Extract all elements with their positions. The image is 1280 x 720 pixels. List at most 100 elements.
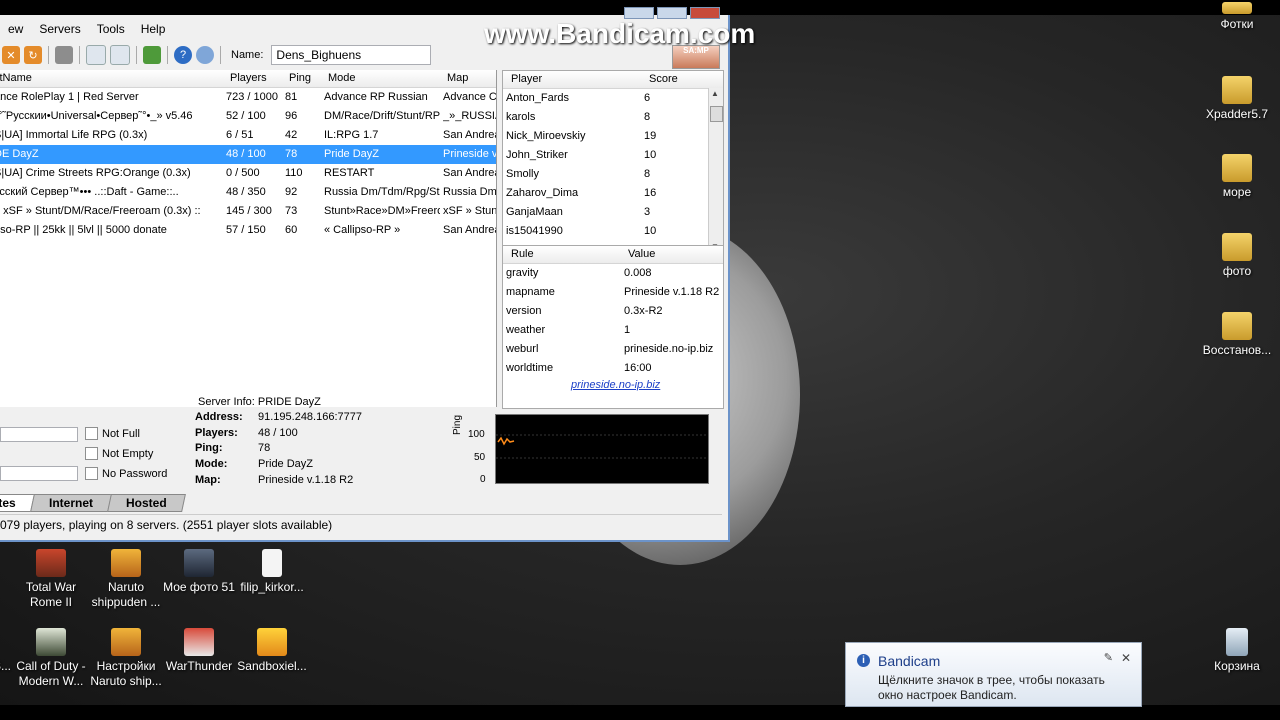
desktop-icon-sandboxie[interactable]: Sandboxiel... — [232, 628, 312, 674]
column-ping[interactable]: Ping — [289, 72, 311, 84]
folder-icon — [1222, 76, 1252, 104]
filter-mode-input[interactable] — [0, 427, 78, 442]
checkbox-box[interactable] — [85, 427, 98, 440]
desktop-icon-filip[interactable]: filip_kirkor... — [232, 549, 312, 595]
tab-hosted[interactable]: Hosted — [106, 494, 186, 512]
help-icon[interactable]: ? — [174, 46, 192, 64]
desktop-icon-warthunder[interactable]: WarThunder — [159, 628, 239, 674]
no-password-checkbox[interactable]: No Password — [85, 467, 167, 480]
menu-tools[interactable]: Tools — [89, 20, 133, 40]
checkbox-box[interactable] — [85, 447, 98, 460]
map-value: Prineside v.1.18 R2 — [258, 474, 354, 486]
server-name: •°˜Русскии•Universal•Сервер˜°•_» v5.46 — [0, 110, 193, 122]
rule-row[interactable]: worldtime 16:00 — [503, 359, 723, 378]
server-ping: 81 — [285, 91, 298, 103]
desktop-icon-xpadder[interactable]: Xpadder5.7 — [1197, 76, 1277, 122]
player-row[interactable]: Smolly 8 — [503, 165, 723, 184]
server-players: 48 / 350 — [226, 186, 266, 198]
column-value[interactable]: Value — [628, 248, 655, 260]
server-row[interactable]: S|UA] Crime Streets RPG:Orange (0.3x) 0 … — [0, 164, 496, 183]
tab-favorites[interactable]: ites — [0, 494, 35, 512]
desktop-icon-moe-foto[interactable]: Мое фото 51 — [159, 549, 239, 595]
menu-servers[interactable]: Servers — [31, 20, 88, 40]
server-row[interactable]: ance RolePlay 1 | Red Server 723 / 1000 … — [0, 88, 496, 107]
delete-server-icon[interactable]: ✕ — [2, 46, 20, 64]
scroll-up-icon[interactable]: ▲ — [711, 89, 719, 98]
server-row[interactable]: усский Сервер™••• ..::Daft - Game::.. 48… — [0, 183, 496, 202]
desktop-icon-call-of-duty[interactable]: Call of Duty - Modern W... — [11, 628, 91, 689]
desktop-icon-vosstanov[interactable]: Восстанов... — [1197, 312, 1277, 358]
server-mode: Russia Dm/Tdm/Rpg/Stu — [324, 186, 440, 198]
column-mode[interactable]: Mode — [328, 72, 356, 84]
server-map: Advance C — [443, 91, 496, 103]
server-list: stName Players Ping Mode Map ance RolePl… — [0, 70, 497, 407]
player-row[interactable]: GanjaMaan 3 — [503, 203, 723, 222]
refresh-icon[interactable]: ↻ — [24, 46, 42, 64]
player-row[interactable]: Anton_Fards 6 — [503, 89, 723, 108]
column-players[interactable]: Players — [230, 72, 288, 84]
weburl-link[interactable]: prineside.no-ip.biz — [571, 379, 660, 391]
tab-internet[interactable]: Internet — [29, 494, 112, 512]
column-player[interactable]: Player — [511, 73, 542, 85]
players-label: Players: — [195, 427, 238, 439]
column-hostname[interactable]: stName — [0, 72, 214, 84]
ping-label: Ping: — [195, 442, 223, 454]
player-row[interactable]: Zaharov_Dima 16 — [503, 184, 723, 203]
rule-row[interactable]: gravity 0.008 — [503, 264, 723, 283]
server-row[interactable]: pso-RP || 25kk || 5lvl || 5000 donate 57… — [0, 221, 496, 240]
ping-value: 78 — [258, 442, 271, 454]
player-row[interactable]: Nick_Miroevskiy 19 — [503, 127, 723, 146]
nickname-input[interactable]: Dens_Bighuens — [271, 45, 432, 65]
copy-icon[interactable] — [86, 45, 106, 65]
not-empty-checkbox[interactable]: Not Empty — [85, 447, 153, 460]
connect-icon[interactable] — [143, 46, 161, 64]
checkbox-box[interactable] — [85, 467, 98, 480]
desktop-icon-foto[interactable]: фото — [1197, 233, 1277, 279]
menu-help[interactable]: Help — [133, 20, 174, 40]
about-icon[interactable] — [196, 46, 214, 64]
player-row[interactable]: John_Striker 10 — [503, 146, 723, 165]
info-icon: i — [857, 654, 870, 667]
no-password-label: No Password — [102, 467, 168, 480]
server-row[interactable]: •°˜Русскии•Universal•Сервер˜°•_» v5.46 5… — [0, 107, 496, 126]
close-icon[interactable]: ✕ — [1121, 651, 1131, 665]
rule-row[interactable]: version 0.3x-R2 — [503, 302, 723, 321]
player-score: 10 — [644, 225, 657, 237]
properties-icon[interactable] — [55, 46, 73, 64]
desktop-icon-more[interactable]: море — [1197, 154, 1277, 200]
player-row[interactable]: karols 8 — [503, 108, 723, 127]
column-score[interactable]: Score — [649, 73, 678, 85]
filter-map-input[interactable] — [0, 466, 78, 481]
pin-icon[interactable]: ✎ — [1104, 651, 1113, 664]
player-list-scrollbar[interactable]: ▲ ▼ — [708, 88, 723, 252]
bandicam-notification[interactable]: i Bandicam ✎ ✕ Щёлкните значок в трее, ч… — [845, 642, 1142, 707]
scrollbar-thumb[interactable] — [710, 106, 723, 122]
not-full-checkbox[interactable]: Not Full — [85, 427, 140, 440]
server-row[interactable]: :: xSF » Stunt/DM/Race/Freeroam (0.3x) :… — [0, 202, 496, 221]
desktop-icon-nastroiki-naruto[interactable]: Настройки Naruto ship... — [86, 628, 166, 689]
desktop-icon-fotki[interactable]: Фотки — [1197, 2, 1277, 32]
address-value: 91.195.248.166:7777 — [258, 411, 362, 423]
tab-hosted-label: Hosted — [125, 496, 167, 510]
menu-view[interactable]: ew — [0, 20, 31, 40]
server-map: _»_RUSSIA — [443, 110, 496, 122]
server-row[interactable]: S|UA] Immortal Life RPG (0.3x) 6 / 51 42… — [0, 126, 496, 145]
server-row-selected[interactable]: DE DayZ 48 / 100 78 Pride DayZ Prineside… — [0, 145, 496, 164]
bandicam-watermark: www.Bandicam.com — [484, 18, 756, 49]
rule-row[interactable]: mapname Prineside v.1.18 R2 — [503, 283, 723, 302]
server-map: Prineside v — [443, 148, 496, 160]
rule-value: 1 — [624, 324, 631, 336]
rule-row[interactable]: weburl prineside.no-ip.biz — [503, 340, 723, 359]
server-players: 145 / 300 — [226, 205, 272, 217]
desktop-icon-total-war[interactable]: Total War Rome II — [11, 549, 91, 610]
desktop-icon-recycle-bin[interactable]: Корзина — [1197, 628, 1277, 674]
column-rule[interactable]: Rule — [511, 248, 534, 260]
folder-icon — [1222, 312, 1252, 340]
rule-row[interactable]: weather 1 — [503, 321, 723, 340]
edit-icon[interactable] — [110, 45, 130, 65]
server-players: 57 / 150 — [226, 224, 266, 236]
desktop-icon-naruto[interactable]: Naruto shippuden ... — [86, 549, 166, 610]
column-map[interactable]: Map — [447, 72, 468, 84]
server-name: S|UA] Crime Streets RPG:Orange (0.3x) — [0, 167, 191, 179]
player-row[interactable]: is15041990 10 — [503, 222, 723, 241]
